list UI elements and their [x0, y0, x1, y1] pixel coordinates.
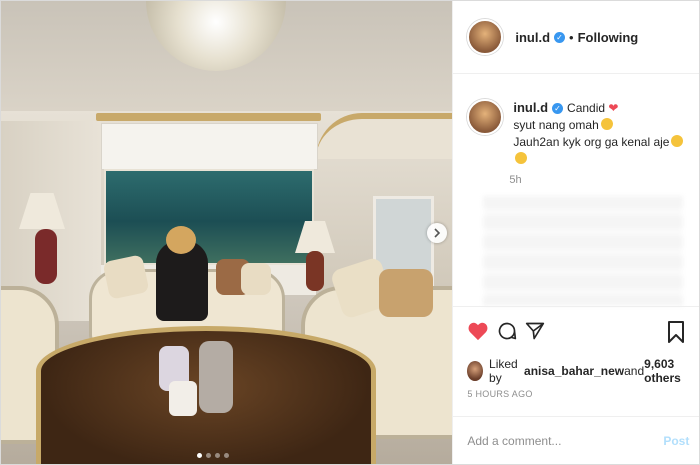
post-comment-button[interactable]: Post [663, 434, 689, 448]
laughing-emoji [515, 152, 528, 164]
laughing-emoji [671, 135, 684, 147]
cabinet-top [101, 123, 318, 170]
caption-line2: syut nang omah [513, 118, 599, 132]
post-sidebar: inul.d ✓ • Following inul.d ✓ Candid ❤ syu… [452, 1, 700, 465]
following-button[interactable]: Following [578, 30, 639, 45]
avatar[interactable] [467, 19, 504, 55]
caption: inul.d ✓ Candid ❤ syut nang omah Jauh2an k… [467, 99, 689, 168]
caption-avatar[interactable] [467, 99, 504, 135]
decor-jar [169, 381, 197, 416]
decor-jar [199, 341, 233, 413]
comment-icon[interactable] [497, 321, 517, 341]
caption-line3: Jauh2an kyk org ga kenal aje [513, 135, 670, 149]
carousel-dot-active [197, 453, 202, 458]
blurred-comments [483, 196, 684, 306]
likes-count-link[interactable]: 9,603 others [644, 357, 699, 385]
verified-badge-icon: ✓ [552, 103, 564, 115]
liker-avatar [467, 361, 484, 381]
cushion [102, 254, 150, 300]
likes-middle: and [624, 364, 645, 378]
aquarium [104, 169, 314, 265]
post-photo[interactable] [1, 1, 453, 464]
person-head [166, 226, 196, 254]
carousel-indicator [197, 453, 229, 458]
separator: • [569, 29, 574, 45]
share-icon[interactable] [525, 321, 545, 341]
carousel-dot [215, 453, 220, 458]
action-bar [453, 306, 700, 359]
header-meta: inul.d ✓ • Following [515, 30, 638, 45]
post-timestamp: 5 HOURS AGO [467, 389, 533, 399]
comment-bar: Add a comment... Post [453, 416, 700, 465]
next-photo-button[interactable] [427, 223, 447, 243]
gold-trim [96, 113, 321, 121]
ceiling-curve [316, 113, 453, 159]
heart-icon[interactable] [467, 321, 489, 341]
cushion [241, 263, 271, 295]
caption-line1: Candid [567, 101, 606, 115]
lamp-vase-right [306, 251, 324, 291]
chevron-right-icon [434, 228, 441, 238]
face-emoji [600, 118, 613, 130]
carousel-dot [224, 453, 229, 458]
heart-emoji: ❤ [608, 101, 619, 115]
bookmark-icon[interactable] [667, 321, 685, 343]
comment-input[interactable]: Add a comment... [467, 434, 561, 448]
post-header: inul.d ✓ • Following [453, 1, 700, 74]
cushion [379, 269, 433, 317]
instagram-post: inul.d ✓ • Following inul.d ✓ Candid ❤ syu… [0, 0, 700, 465]
verified-badge-icon: ✓ [554, 31, 566, 43]
lamp-vase-left [35, 229, 57, 284]
caption-time: 5h [509, 174, 522, 186]
caption-username-link[interactable]: inul.d [513, 100, 548, 115]
likes-prefix: Liked by [489, 357, 518, 385]
username-link[interactable]: inul.d [515, 30, 550, 45]
carousel-dot [206, 453, 211, 458]
liker-username-link[interactable]: anisa_bahar_new [524, 364, 624, 378]
likes-summary: Liked by anisa_bahar_new and 9,603 other… [467, 357, 699, 385]
caption-text: inul.d ✓ Candid ❤ syut nang omah Jauh2an k… [513, 99, 689, 168]
